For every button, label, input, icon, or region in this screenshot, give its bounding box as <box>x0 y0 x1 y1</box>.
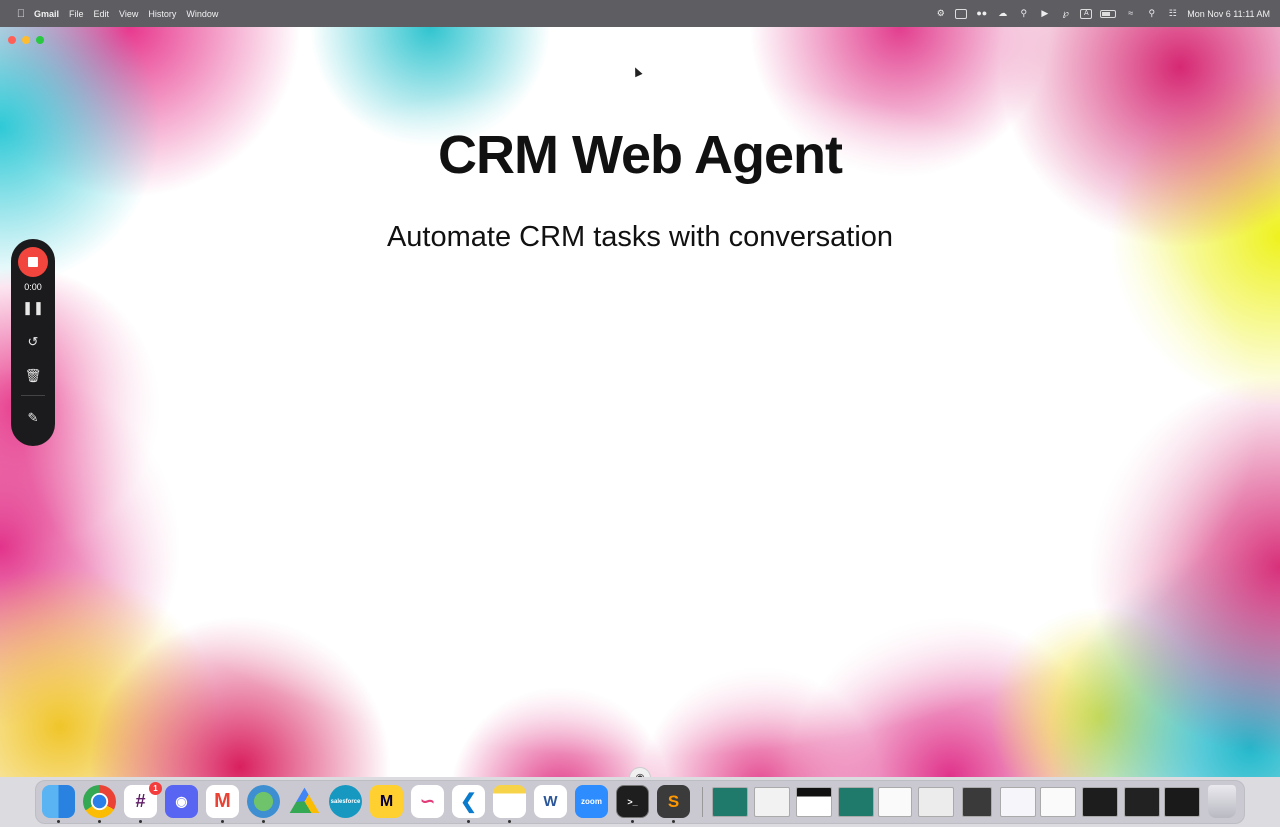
menu-history[interactable]: History <box>148 9 176 19</box>
pause-icon[interactable]: ❚❚ <box>21 297 45 319</box>
chrome-icon[interactable] <box>83 785 116 818</box>
restart-icon[interactable]: ↺ <box>21 331 45 353</box>
minimize-window-button[interactable] <box>22 36 30 44</box>
gmail-icon[interactable]: M <box>206 785 239 818</box>
cloud-icon[interactable]: ☁ <box>996 8 1009 19</box>
close-window-button[interactable] <box>8 36 16 44</box>
word-icon[interactable]: W <box>534 785 567 818</box>
slack-icon[interactable]: #1 <box>124 782 162 818</box>
menu-edit[interactable]: Edit <box>94 9 110 19</box>
notes-icon[interactable] <box>493 785 526 818</box>
stop-recording-button[interactable] <box>18 247 48 277</box>
running-indicator <box>98 820 101 823</box>
menu-bar-clock[interactable]: Mon Nov 6 11:11 AM <box>1187 9 1270 19</box>
minimized-window-thumbnail[interactable] <box>878 787 912 817</box>
menu-window[interactable]: Window <box>186 9 218 19</box>
status-tray: ⚙ ●● ☁ ⚲ ▶ ℘ A ≈ ⚲ ☷ Mon Nov 6 11:11 AM <box>934 8 1270 19</box>
trash-icon[interactable]: 🗑 <box>21 365 45 387</box>
minimized-window-thumbnail[interactable] <box>962 787 992 817</box>
minimized-window-thumbnail[interactable] <box>754 787 790 817</box>
minimized-window-thumbnail[interactable] <box>1000 787 1036 817</box>
running-indicator <box>508 820 511 823</box>
minimized-window-thumbnail[interactable] <box>1164 787 1200 817</box>
control-center-icon[interactable]: ☷ <box>1166 8 1179 19</box>
freeform-icon[interactable]: ∽ <box>411 785 444 818</box>
minimized-window-thumbnail[interactable] <box>712 787 748 817</box>
menu-view[interactable]: View <box>119 9 138 19</box>
minimized-window-thumbnail[interactable] <box>1082 787 1118 817</box>
recording-timer: 0:00 <box>24 282 42 292</box>
minimized-window-thumbnail[interactable] <box>838 787 874 817</box>
bluetooth-icon[interactable]: ℘ <box>1059 8 1072 19</box>
glasses-icon[interactable]: ●● <box>975 8 988 19</box>
vpn-lock-icon[interactable] <box>247 785 280 818</box>
wifi-icon[interactable]: ≈ <box>1124 8 1137 19</box>
key-icon[interactable]: ⚲ <box>1017 8 1030 19</box>
finder-icon[interactable] <box>42 785 75 818</box>
battery-icon[interactable] <box>1100 9 1117 18</box>
miro-icon[interactable]: M <box>370 785 403 818</box>
running-indicator <box>57 820 60 823</box>
discord-icon[interactable]: ◉ <box>165 785 198 818</box>
menu-file[interactable]: File <box>69 9 84 19</box>
running-indicator <box>672 820 675 823</box>
mouse-cursor-icon <box>631 65 643 78</box>
window-controls <box>8 36 44 44</box>
running-indicator <box>631 820 634 823</box>
running-indicator <box>467 820 470 823</box>
terminal-icon[interactable]: >_ <box>616 785 649 818</box>
toolbar-divider <box>21 395 45 396</box>
dock-separator <box>702 787 703 817</box>
google-drive-icon[interactable] <box>289 787 320 814</box>
presentation-slide: CRM Web Agent Automate CRM tasks with co… <box>0 27 1280 777</box>
running-indicator <box>262 820 265 823</box>
apple-menu-icon[interactable]:  <box>10 8 32 20</box>
minimized-window-thumbnail[interactable] <box>796 787 832 817</box>
minimized-window-thumbnail[interactable] <box>1124 787 1160 817</box>
salesforce-icon[interactable]: salesforce <box>329 785 362 818</box>
minimized-window-thumbnail[interactable] <box>1040 787 1076 817</box>
vscode-icon[interactable]: ❮ <box>452 785 485 818</box>
palette-icon[interactable]: ◉ <box>629 767 651 777</box>
app-tray-icon[interactable] <box>955 8 968 19</box>
running-indicator <box>221 820 224 823</box>
menu-app-name[interactable]: Gmail <box>34 9 59 19</box>
gear-icon[interactable]: ⚙ <box>934 8 947 19</box>
play-circle-icon[interactable]: ▶ <box>1038 8 1051 19</box>
dock: #1 ◉ M salesforce M ∽ ❮ W zoom >_ S <box>35 780 1245 824</box>
keyboard-input-icon[interactable]: A <box>1080 8 1093 19</box>
sublime-text-icon[interactable]: S <box>657 785 690 818</box>
minimized-window-thumbnail[interactable] <box>918 787 954 817</box>
search-icon[interactable]: ⚲ <box>1145 8 1158 19</box>
slide-title: CRM Web Agent <box>438 125 843 185</box>
notification-badge: 1 <box>149 782 162 795</box>
zoom-icon[interactable]: zoom <box>575 785 608 818</box>
menu-bar:  Gmail File Edit View History Window ⚙ … <box>0 0 1280 27</box>
fullscreen-window-button[interactable] <box>36 36 44 44</box>
trash-bin-icon[interactable] <box>1208 785 1236 818</box>
running-indicator <box>139 820 142 823</box>
pencil-icon[interactable]: ✎ <box>21 407 45 429</box>
screen-recorder-toolbar: 0:00 ❚❚ ↺ 🗑 ✎ <box>11 239 55 446</box>
slide-subtitle: Automate CRM tasks with conversation <box>386 221 894 253</box>
